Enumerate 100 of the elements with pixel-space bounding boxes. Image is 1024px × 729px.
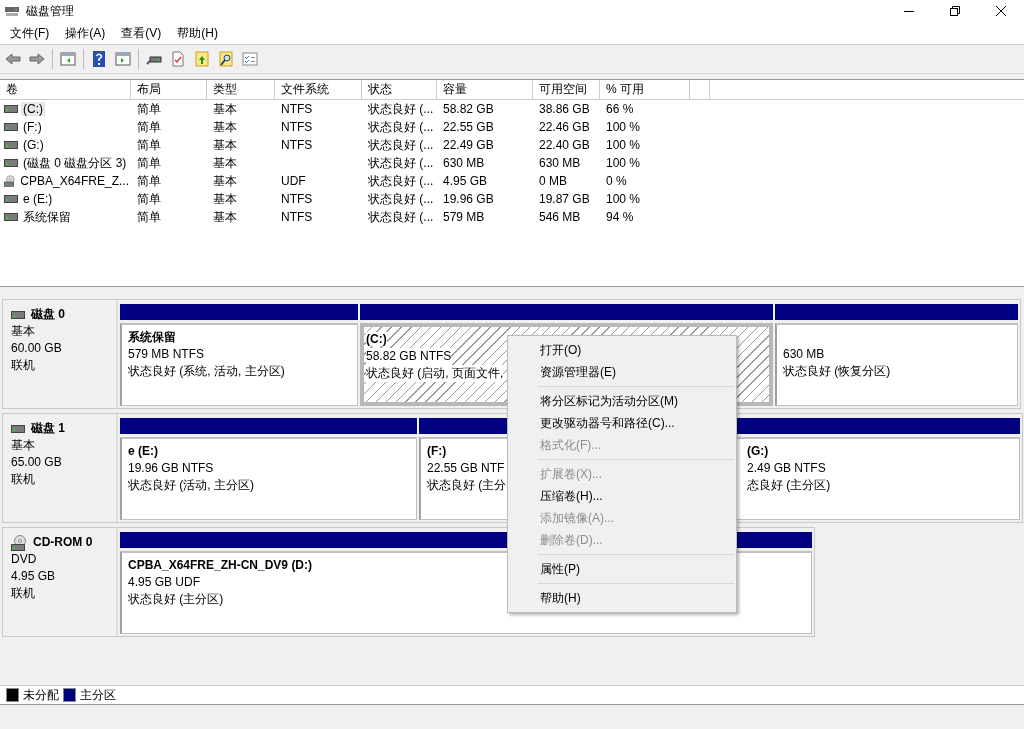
table-cell: 66 % bbox=[606, 102, 634, 116]
drive-icon bbox=[4, 123, 18, 131]
volume-name[interactable]: (C:) bbox=[21, 102, 45, 116]
table-cell: 100 % bbox=[606, 138, 641, 152]
table-cell: NTFS bbox=[281, 138, 313, 152]
table-cell: 58.82 GB bbox=[443, 102, 494, 116]
partition-title: (G:) bbox=[747, 444, 769, 458]
table-cell: 0 MB bbox=[539, 174, 567, 188]
context-menu-item[interactable]: 帮助(H) bbox=[508, 587, 736, 609]
table-cell: 基本 bbox=[213, 136, 237, 154]
table-cell: 22.49 GB bbox=[443, 138, 494, 152]
partition-size: 58.82 GB NTFS bbox=[366, 348, 452, 365]
disk-status: 联机 bbox=[11, 585, 36, 602]
volume-name[interactable]: (G:) bbox=[21, 138, 46, 152]
table-cell: 简单 bbox=[137, 172, 161, 190]
table-cell: 基本 bbox=[213, 208, 237, 226]
panel-icon[interactable] bbox=[114, 50, 132, 68]
partition-status: 状态良好 (主分 bbox=[427, 477, 507, 494]
table-cell: 状态良好 (... bbox=[368, 190, 434, 208]
forward-arrow-icon[interactable] bbox=[28, 50, 46, 68]
menu-item[interactable]: 操作(A) bbox=[57, 24, 114, 42]
drive-icon bbox=[4, 195, 18, 203]
table-cell: 630 MB bbox=[539, 156, 581, 170]
table-cell: 状态良好 (... bbox=[368, 154, 434, 172]
table-cell: 38.86 GB bbox=[539, 102, 590, 116]
search-icon[interactable] bbox=[217, 50, 235, 68]
back-arrow-icon[interactable] bbox=[4, 50, 22, 68]
column-header[interactable]: 类型 bbox=[207, 80, 275, 99]
cd-drive-icon bbox=[11, 534, 27, 551]
table-cell: 0 % bbox=[606, 174, 627, 188]
volume-name[interactable]: e (E:) bbox=[21, 192, 55, 206]
disk-type: 基本 bbox=[11, 437, 36, 454]
app-icon bbox=[4, 4, 20, 18]
menu-item[interactable]: 帮助(H) bbox=[169, 24, 226, 42]
table-cell: 状态良好 (... bbox=[368, 118, 434, 136]
table-cell: 546 MB bbox=[539, 210, 581, 224]
column-header[interactable]: 容量 bbox=[437, 80, 533, 99]
volume-name[interactable]: 系统保留 bbox=[21, 208, 73, 226]
partition-title: (C:) bbox=[366, 332, 387, 346]
volume-name[interactable]: (磁盘 0 磁盘分区 3) bbox=[21, 154, 129, 172]
column-header[interactable]: 可用空间 bbox=[533, 80, 600, 99]
close-icon bbox=[996, 6, 1006, 16]
disk-name: 磁盘 1 bbox=[31, 420, 65, 437]
table-cell: 100 % bbox=[606, 156, 641, 170]
drive-icon bbox=[4, 105, 18, 113]
table-cell: 简单 bbox=[137, 100, 161, 118]
drive-icon bbox=[4, 141, 18, 149]
volume-name[interactable]: CPBA_X64FRE_Z... bbox=[18, 174, 131, 188]
cd-drive-icon bbox=[4, 173, 16, 189]
table-cell: NTFS bbox=[281, 120, 313, 134]
table-cell: 简单 bbox=[137, 190, 161, 208]
table-cell: 基本 bbox=[213, 100, 237, 118]
table-cell: 579 MB bbox=[443, 210, 485, 224]
panel-icon[interactable] bbox=[59, 50, 77, 68]
table-cell: 19.96 GB bbox=[443, 192, 494, 206]
disk-type: 基本 bbox=[11, 323, 36, 340]
check-document-icon[interactable] bbox=[169, 50, 187, 68]
disk-name: CD-ROM 0 bbox=[33, 534, 93, 551]
drive-icon bbox=[4, 159, 18, 167]
table-cell: 状态良好 (... bbox=[368, 172, 434, 190]
context-menu-item[interactable]: 资源管理器(E) bbox=[508, 361, 736, 383]
disk-name: 磁盘 0 bbox=[31, 306, 65, 323]
column-header[interactable]: 卷 bbox=[0, 80, 131, 99]
table-cell: 基本 bbox=[213, 154, 237, 172]
partition-title: e (E:) bbox=[128, 444, 158, 458]
table-cell: 简单 bbox=[137, 136, 161, 154]
column-header[interactable]: 文件系统 bbox=[275, 80, 362, 99]
column-header[interactable]: 布局 bbox=[131, 80, 207, 99]
restore-icon bbox=[950, 6, 960, 16]
table-cell: 基本 bbox=[213, 190, 237, 208]
partition-title: CPBA_X64FRE_ZH-CN_DV9 (D:) bbox=[128, 558, 313, 572]
disk-size: 65.00 GB bbox=[11, 454, 63, 471]
folder-up-icon[interactable] bbox=[193, 50, 211, 68]
column-header[interactable]: 状态 bbox=[362, 80, 437, 99]
table-cell: NTFS bbox=[281, 210, 313, 224]
menu-item[interactable]: 查看(V) bbox=[113, 24, 170, 42]
volume-name[interactable]: (F:) bbox=[21, 120, 44, 134]
help-icon[interactable] bbox=[90, 50, 108, 68]
partition-status: 态良好 (主分区) bbox=[747, 477, 831, 494]
checklist-icon[interactable] bbox=[241, 50, 259, 68]
disk-size: 60.00 GB bbox=[11, 340, 63, 357]
column-header[interactable]: % 可用 bbox=[600, 80, 690, 99]
disk-size: 4.95 GB bbox=[11, 568, 57, 585]
context-menu-item[interactable]: 属性(P) bbox=[508, 558, 736, 580]
table-cell: 94 % bbox=[606, 210, 634, 224]
table-cell: 630 MB bbox=[443, 156, 485, 170]
menu-item[interactable]: 文件(F) bbox=[2, 24, 58, 42]
table-cell: 19.87 GB bbox=[539, 192, 590, 206]
table-cell: 100 % bbox=[606, 120, 641, 134]
legend-label: 未分配 bbox=[23, 686, 59, 704]
disk-status: 联机 bbox=[11, 471, 36, 488]
partition-status: 状态良好 (系统, 活动, 主分区) bbox=[128, 363, 285, 380]
table-cell: 基本 bbox=[213, 118, 237, 136]
table-cell: 状态良好 (... bbox=[368, 100, 434, 118]
table-cell: 状态良好 (... bbox=[368, 208, 434, 226]
legend-label: 主分区 bbox=[80, 686, 116, 704]
context-menu-item[interactable]: 打开(O) bbox=[508, 339, 736, 361]
disk-type: DVD bbox=[11, 551, 38, 568]
table-cell: 基本 bbox=[213, 172, 237, 190]
table-cell: NTFS bbox=[281, 192, 313, 206]
